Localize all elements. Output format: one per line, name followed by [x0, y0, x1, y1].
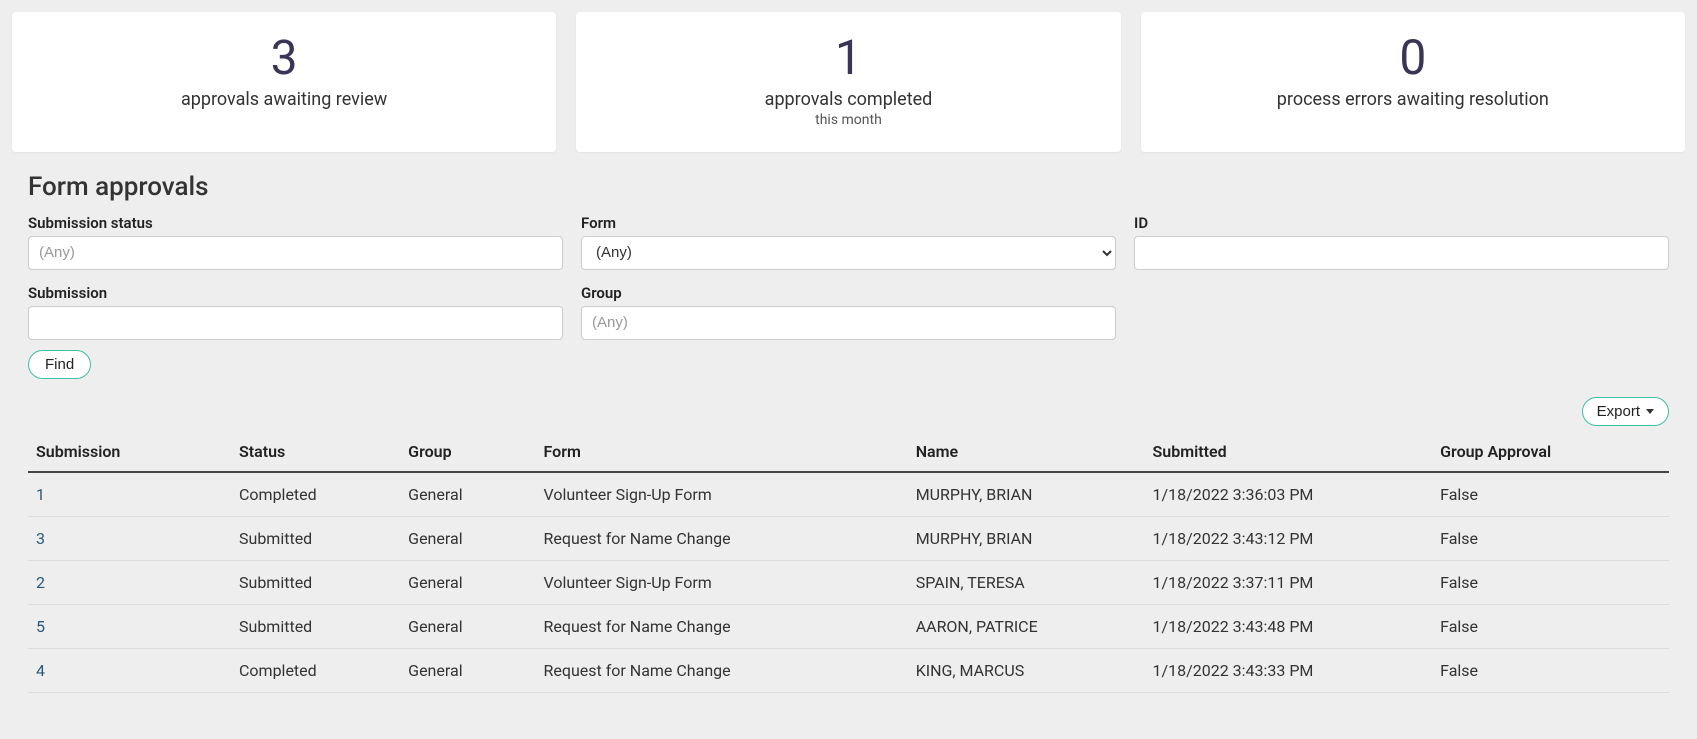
stat-label: approvals completed [586, 89, 1110, 110]
cell-name: KING, MARCUS [908, 648, 1145, 692]
cell-form: Request for Name Change [536, 516, 908, 560]
filter-form: Form (Any) [581, 214, 1116, 270]
stat-value: 1 [586, 32, 1110, 85]
cell-submitted: 1/18/2022 3:43:12 PM [1145, 516, 1433, 560]
cell-name: MURPHY, BRIAN [908, 472, 1145, 517]
cell-status: Submitted [231, 604, 400, 648]
table-row: 1CompletedGeneralVolunteer Sign-Up FormM… [28, 472, 1669, 517]
cell-submitted: 1/18/2022 3:36:03 PM [1145, 472, 1433, 517]
export-button[interactable]: Export [1582, 397, 1669, 426]
cell-form: Request for Name Change [536, 648, 908, 692]
filter-group: Group [581, 284, 1116, 340]
table-row: 2SubmittedGeneralVolunteer Sign-Up FormS… [28, 560, 1669, 604]
cell-status: Submitted [231, 560, 400, 604]
cell-group_approval: False [1432, 560, 1669, 604]
approvals-table: Submission Status Group Form Name Submit… [28, 432, 1669, 693]
cell-group: General [400, 560, 535, 604]
table-row: 4CompletedGeneralRequest for Name Change… [28, 648, 1669, 692]
stat-value: 0 [1151, 32, 1675, 85]
th-form[interactable]: Form [536, 432, 908, 472]
export-row: Export [12, 379, 1685, 432]
filter-submission-status: Submission status [28, 214, 563, 270]
filter-submission: Submission [28, 284, 563, 340]
th-submitted[interactable]: Submitted [1145, 432, 1433, 472]
cell-submitted: 1/18/2022 3:43:33 PM [1145, 648, 1433, 692]
actions-row: Find [12, 340, 1685, 379]
cell-submission[interactable]: 2 [28, 560, 231, 604]
cell-group_approval: False [1432, 472, 1669, 517]
cell-group_approval: False [1432, 648, 1669, 692]
cell-submission[interactable]: 1 [28, 472, 231, 517]
cell-group: General [400, 472, 535, 517]
stat-card-completed: 1 approvals completed this month [576, 12, 1120, 152]
cell-submission[interactable]: 4 [28, 648, 231, 692]
caret-down-icon [1646, 409, 1654, 414]
find-button[interactable]: Find [28, 350, 91, 379]
cell-group_approval: False [1432, 516, 1669, 560]
cell-form: Volunteer Sign-Up Form [536, 472, 908, 517]
field-label: Form [581, 214, 1116, 232]
cell-submission[interactable]: 3 [28, 516, 231, 560]
cell-group_approval: False [1432, 604, 1669, 648]
cell-form: Request for Name Change [536, 604, 908, 648]
cell-submitted: 1/18/2022 3:37:11 PM [1145, 560, 1433, 604]
cell-status: Completed [231, 648, 400, 692]
id-input[interactable] [1134, 236, 1669, 270]
export-label: Export [1597, 403, 1640, 420]
cell-name: AARON, PATRICE [908, 604, 1145, 648]
cell-form: Volunteer Sign-Up Form [536, 560, 908, 604]
stat-label: approvals awaiting review [22, 89, 546, 110]
stat-value: 3 [22, 32, 546, 85]
th-submission[interactable]: Submission [28, 432, 231, 472]
table-header-row: Submission Status Group Form Name Submit… [28, 432, 1669, 472]
filter-id: ID [1134, 214, 1669, 270]
cell-group: General [400, 516, 535, 560]
field-label: Group [581, 284, 1116, 302]
table-row: 5SubmittedGeneralRequest for Name Change… [28, 604, 1669, 648]
cell-name: SPAIN, TERESA [908, 560, 1145, 604]
cell-status: Completed [231, 472, 400, 517]
th-group[interactable]: Group [400, 432, 535, 472]
group-input[interactable] [581, 306, 1116, 340]
field-label: ID [1134, 214, 1669, 232]
cell-submission[interactable]: 5 [28, 604, 231, 648]
th-group-approval[interactable]: Group Approval [1432, 432, 1669, 472]
stat-label: process errors awaiting resolution [1151, 89, 1675, 110]
cell-group: General [400, 604, 535, 648]
stat-card-awaiting: 3 approvals awaiting review [12, 12, 556, 152]
field-label: Submission [28, 284, 563, 302]
form-select[interactable]: (Any) [581, 236, 1116, 270]
table-row: 3SubmittedGeneralRequest for Name Change… [28, 516, 1669, 560]
filters-grid: Submission status Form (Any) ID Submissi… [12, 214, 1685, 340]
stat-card-errors: 0 process errors awaiting resolution [1141, 12, 1685, 152]
th-status[interactable]: Status [231, 432, 400, 472]
stats-row: 3 approvals awaiting review 1 approvals … [12, 12, 1685, 152]
cell-status: Submitted [231, 516, 400, 560]
stat-sub: this month [586, 112, 1110, 128]
field-label: Submission status [28, 214, 563, 232]
submission-input[interactable] [28, 306, 563, 340]
submission-status-input[interactable] [28, 236, 563, 270]
cell-name: MURPHY, BRIAN [908, 516, 1145, 560]
cell-group: General [400, 648, 535, 692]
cell-submitted: 1/18/2022 3:43:48 PM [1145, 604, 1433, 648]
section-title: Form approvals [28, 172, 1685, 202]
th-name[interactable]: Name [908, 432, 1145, 472]
